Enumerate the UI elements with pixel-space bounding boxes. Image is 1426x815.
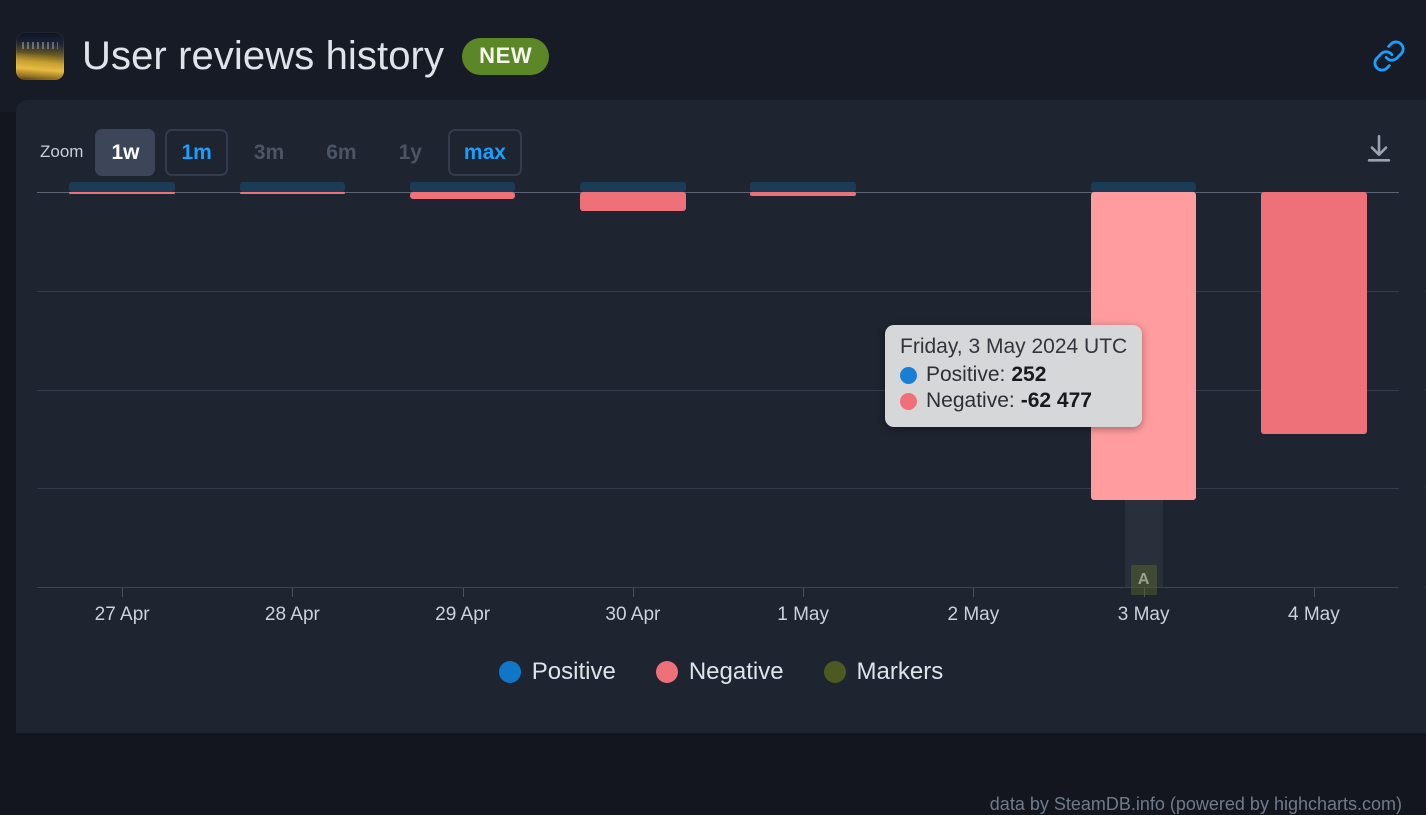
x-axis-tick-mark xyxy=(292,588,293,597)
legend-label-positive: Positive xyxy=(532,658,616,686)
legend-label-negative: Negative xyxy=(689,658,784,686)
x-axis-tick-label: 1 May xyxy=(777,604,829,626)
x-axis-tick-label: 28 Apr xyxy=(265,604,320,626)
chart-plot[interactable]: 0-20k-40k-60k-80k27 Apr28 Apr29 Apr30 Ap… xyxy=(16,100,1426,733)
x-axis-tick-label: 2 May xyxy=(948,604,1000,626)
chart-legend: Positive Negative Markers xyxy=(16,658,1426,686)
bar-positive[interactable] xyxy=(240,182,346,192)
plot-area[interactable]: 0-20k-40k-60k-80k27 Apr28 Apr29 Apr30 Ap… xyxy=(37,192,1399,587)
tooltip-value-negative: -62 477 xyxy=(1021,388,1092,414)
bar-positive[interactable] xyxy=(580,182,686,192)
status-badge: NEW xyxy=(462,38,549,75)
x-axis-tick-label: 4 May xyxy=(1288,604,1340,626)
x-axis-tick-mark xyxy=(633,588,634,597)
marker-flag-a[interactable]: A xyxy=(1131,565,1157,595)
x-axis-tick-label: 29 Apr xyxy=(435,604,490,626)
legend-item-negative[interactable]: Negative xyxy=(656,658,784,686)
tooltip-header: Friday, 3 May 2024 UTC xyxy=(900,335,1127,359)
x-axis-tick-mark xyxy=(1314,588,1315,597)
x-axis-tick-mark xyxy=(973,588,974,597)
legend-dot-positive xyxy=(499,661,521,683)
positive-series-dot xyxy=(900,367,917,384)
x-axis-tick-label: 27 Apr xyxy=(95,604,150,626)
bar-negative[interactable] xyxy=(410,192,516,199)
tooltip-label-positive: Positive: xyxy=(926,362,1005,388)
x-axis-tick-label: 30 Apr xyxy=(605,604,660,626)
legend-dot-negative xyxy=(656,661,678,683)
link-icon[interactable] xyxy=(1372,39,1406,73)
legend-item-positive[interactable]: Positive xyxy=(499,658,616,686)
chart-tooltip: Friday, 3 May 2024 UTC Positive: 252 Neg… xyxy=(885,325,1142,427)
x-axis-tick-mark xyxy=(803,588,804,597)
bar-negative[interactable] xyxy=(69,192,175,194)
bar-positive[interactable] xyxy=(1091,182,1197,192)
bar-negative[interactable] xyxy=(1261,192,1367,434)
legend-label-markers: Markers xyxy=(857,658,944,686)
game-app-icon xyxy=(16,32,64,80)
x-axis-tick-label: 3 May xyxy=(1118,604,1170,626)
bar-positive[interactable] xyxy=(410,182,516,192)
bar-positive[interactable] xyxy=(69,182,175,192)
legend-item-markers[interactable]: Markers xyxy=(824,658,944,686)
x-axis-tick-mark xyxy=(463,588,464,597)
legend-dot-markers xyxy=(824,661,846,683)
page-title: User reviews history xyxy=(82,34,444,79)
chart-credits[interactable]: data by SteamDB.info (powered by highcha… xyxy=(990,794,1402,815)
bar-negative[interactable] xyxy=(240,192,346,194)
x-axis-line xyxy=(37,587,1399,588)
tooltip-value-positive: 252 xyxy=(1011,362,1046,388)
tooltip-row-negative: Negative: -62 477 xyxy=(900,388,1127,414)
tooltip-row-positive: Positive: 252 xyxy=(900,362,1127,388)
tooltip-label-negative: Negative: xyxy=(926,388,1015,414)
page-header: User reviews history NEW xyxy=(0,0,1426,112)
x-axis-tick-mark xyxy=(122,588,123,597)
chart-card: Zoom 1w 1m 3m 6m 1y max 0-20k-40k-60k-80… xyxy=(16,100,1426,733)
bar-negative[interactable] xyxy=(750,192,856,196)
bar-positive[interactable] xyxy=(750,182,856,192)
negative-series-dot xyxy=(900,393,917,410)
bar-negative[interactable] xyxy=(580,192,686,211)
